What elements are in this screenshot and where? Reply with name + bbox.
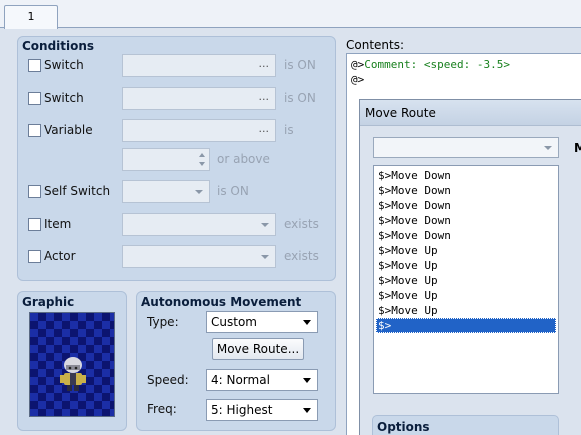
switch2-suffix: is ON bbox=[284, 91, 316, 105]
content-line-prefix: @> bbox=[351, 58, 365, 71]
type-label: Type: bbox=[147, 315, 179, 329]
tab-page-1[interactable]: 1 bbox=[4, 5, 58, 29]
variable-value-spinner[interactable] bbox=[122, 148, 210, 171]
self-switch-label: Self Switch bbox=[44, 184, 111, 198]
character-sprite-icon bbox=[60, 357, 86, 391]
character-graphic-preview[interactable] bbox=[29, 312, 115, 417]
chevron-down-icon bbox=[195, 190, 203, 194]
freq-select-value: 5: Highest bbox=[211, 403, 273, 417]
dialog-right-header: M bbox=[574, 141, 581, 155]
options-panel: Options bbox=[372, 415, 559, 435]
route-item[interactable]: $>Move Up bbox=[376, 303, 556, 318]
content-line-prefix: @> bbox=[351, 73, 365, 86]
chevron-down-icon bbox=[261, 255, 269, 259]
variable-field[interactable]: ... bbox=[122, 119, 276, 142]
chevron-down-icon bbox=[261, 223, 269, 227]
freq-label: Freq: bbox=[147, 402, 177, 416]
options-title: Options bbox=[377, 420, 430, 434]
item-label: Item bbox=[44, 217, 72, 231]
type-select[interactable]: Custom bbox=[206, 311, 318, 333]
conditions-title: Conditions bbox=[22, 39, 95, 53]
actor-suffix: exists bbox=[284, 249, 319, 263]
type-select-value: Custom bbox=[211, 315, 257, 329]
actor-combo[interactable] bbox=[122, 245, 276, 268]
self-switch-suffix: is ON bbox=[217, 184, 249, 198]
chevron-down-icon bbox=[303, 320, 311, 325]
speed-label: Speed: bbox=[147, 373, 189, 387]
switch2-checkbox[interactable] bbox=[28, 92, 41, 105]
route-item[interactable]: $>Move Up bbox=[376, 243, 556, 258]
switch1-checkbox[interactable] bbox=[28, 59, 41, 72]
move-route-dialog-title: Move Route bbox=[360, 100, 581, 126]
route-item[interactable]: $>Move Down bbox=[376, 198, 556, 213]
chevron-down-icon bbox=[303, 408, 311, 413]
switch1-suffix: is ON bbox=[284, 58, 316, 72]
chevron-down-icon bbox=[544, 146, 552, 150]
item-combo[interactable] bbox=[122, 213, 276, 236]
content-line[interactable]: @>Comment: <speed: -3.5> bbox=[351, 57, 581, 72]
spin-down-icon[interactable] bbox=[199, 162, 205, 166]
item-checkbox[interactable] bbox=[28, 218, 41, 231]
route-item-selected[interactable]: $> bbox=[376, 318, 556, 333]
speed-select[interactable]: 4: Normal bbox=[206, 369, 318, 391]
route-item[interactable]: $>Move Up bbox=[376, 258, 556, 273]
move-route-button[interactable]: Move Route... bbox=[212, 338, 304, 360]
browse-icon: ... bbox=[258, 90, 270, 103]
variable-checkbox[interactable] bbox=[28, 124, 41, 137]
move-route-dialog: Move Route M $>Move Down $>Move Down $>M… bbox=[359, 99, 581, 435]
switch2-label: Switch bbox=[44, 91, 84, 105]
variable-suffix: is bbox=[284, 123, 294, 137]
self-switch-combo[interactable] bbox=[122, 180, 210, 203]
graphic-title: Graphic bbox=[22, 295, 75, 309]
browse-icon: ... bbox=[258, 57, 270, 70]
content-line[interactable]: @> bbox=[351, 72, 581, 87]
variable-label: Variable bbox=[44, 123, 93, 137]
event-page-tabstrip: 1 bbox=[0, 0, 581, 29]
actor-label: Actor bbox=[44, 249, 76, 263]
browse-icon: ... bbox=[258, 122, 270, 135]
route-item[interactable]: $>Move Down bbox=[376, 183, 556, 198]
route-item[interactable]: $>Move Up bbox=[376, 273, 556, 288]
freq-select[interactable]: 5: Highest bbox=[206, 399, 318, 421]
move-route-list[interactable]: $>Move Down $>Move Down $>Move Down $>Mo… bbox=[373, 165, 559, 394]
item-suffix: exists bbox=[284, 217, 319, 231]
autonomous-movement-title: Autonomous Movement bbox=[141, 295, 302, 309]
switch1-field[interactable]: ... bbox=[122, 54, 276, 77]
route-item[interactable]: $>Move Up bbox=[376, 288, 556, 303]
route-item[interactable]: $>Move Down bbox=[376, 213, 556, 228]
route-item[interactable]: $>Move Down bbox=[376, 228, 556, 243]
switch1-label: Switch bbox=[44, 58, 84, 72]
spin-up-icon[interactable] bbox=[199, 153, 205, 157]
move-route-target-select[interactable] bbox=[373, 137, 559, 158]
chevron-down-icon bbox=[303, 378, 311, 383]
content-line-text: Comment: <speed: -3.5> bbox=[364, 58, 510, 71]
or-above-label: or above bbox=[217, 152, 270, 166]
self-switch-checkbox[interactable] bbox=[28, 185, 41, 198]
speed-select-value: 4: Normal bbox=[211, 373, 270, 387]
actor-checkbox[interactable] bbox=[28, 250, 41, 263]
route-item[interactable]: $>Move Down bbox=[376, 168, 556, 183]
contents-label: Contents: bbox=[346, 38, 405, 52]
switch2-field[interactable]: ... bbox=[122, 87, 276, 110]
